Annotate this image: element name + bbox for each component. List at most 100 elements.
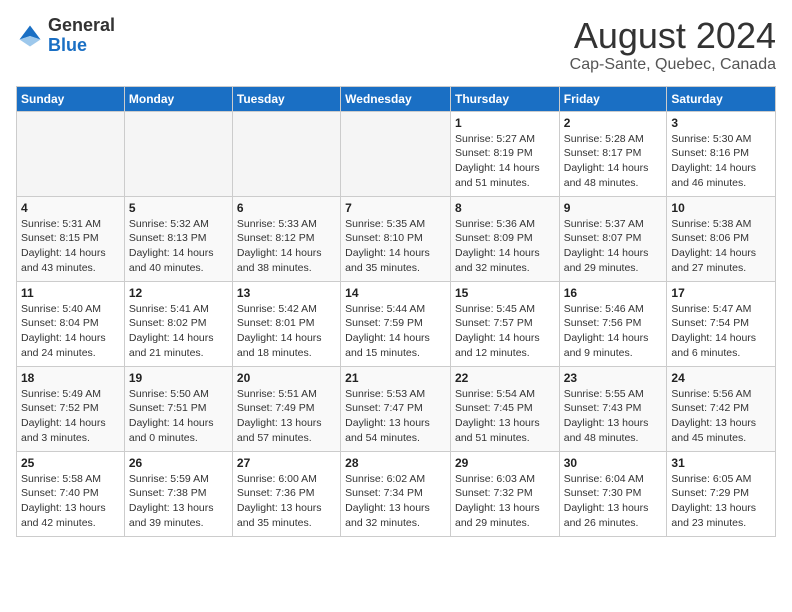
weekday-header: Wednesday bbox=[341, 86, 451, 111]
weekday-header: Friday bbox=[559, 86, 667, 111]
calendar-cell: 16 Sunrise: 5:46 AM Sunset: 7:56 PM Dayli… bbox=[559, 281, 667, 366]
day-info: Sunrise: 5:54 AM Sunset: 7:45 PM Dayligh… bbox=[455, 387, 555, 446]
day-info: Sunrise: 5:55 AM Sunset: 7:43 PM Dayligh… bbox=[564, 387, 663, 446]
day-number: 16 bbox=[564, 286, 663, 300]
weekday-header: Sunday bbox=[17, 86, 125, 111]
day-number: 1 bbox=[455, 116, 555, 130]
day-number: 12 bbox=[129, 286, 228, 300]
calendar-cell: 11 Sunrise: 5:40 AM Sunset: 8:04 PM Dayli… bbox=[17, 281, 125, 366]
calendar-cell: 18 Sunrise: 5:49 AM Sunset: 7:52 PM Dayli… bbox=[17, 366, 125, 451]
calendar-cell: 20Sunrise: 5:51 AM Sunset: 7:49 PM Dayli… bbox=[232, 366, 340, 451]
week-row: 4Sunrise: 5:31 AM Sunset: 8:15 PM Daylig… bbox=[17, 196, 776, 281]
day-info: Sunrise: 6:00 AM Sunset: 7:36 PM Dayligh… bbox=[237, 472, 336, 531]
weekday-header: Monday bbox=[124, 86, 232, 111]
page-header: General Blue August 2024 Cap-Sante, Queb… bbox=[16, 16, 776, 74]
calendar-cell: 30 Sunrise: 6:04 AM Sunset: 7:30 PM Dayli… bbox=[559, 451, 667, 536]
calendar-cell bbox=[124, 111, 232, 196]
calendar-cell: 9 Sunrise: 5:37 AM Sunset: 8:07 PM Daylig… bbox=[559, 196, 667, 281]
day-info: Sunrise: 5:49 AM Sunset: 7:52 PM Dayligh… bbox=[21, 387, 120, 446]
weekday-header-row: SundayMondayTuesdayWednesdayThursdayFrid… bbox=[17, 86, 776, 111]
calendar-cell: 27Sunrise: 6:00 AM Sunset: 7:36 PM Dayli… bbox=[232, 451, 340, 536]
day-info: Sunrise: 5:35 AM Sunset: 8:10 PM Dayligh… bbox=[345, 217, 446, 276]
logo-icon bbox=[16, 22, 44, 50]
day-info: Sunrise: 5:28 AM Sunset: 8:17 PM Dayligh… bbox=[564, 132, 663, 191]
day-info: Sunrise: 5:44 AM Sunset: 7:59 PM Dayligh… bbox=[345, 302, 446, 361]
calendar-cell: 17Sunrise: 5:47 AM Sunset: 7:54 PM Dayli… bbox=[667, 281, 776, 366]
logo-general: General bbox=[48, 15, 115, 35]
day-info: Sunrise: 5:53 AM Sunset: 7:47 PM Dayligh… bbox=[345, 387, 446, 446]
day-number: 25 bbox=[21, 456, 120, 470]
day-number: 8 bbox=[455, 201, 555, 215]
logo-text: General Blue bbox=[48, 16, 115, 56]
calendar-cell bbox=[232, 111, 340, 196]
day-info: Sunrise: 5:33 AM Sunset: 8:12 PM Dayligh… bbox=[237, 217, 336, 276]
logo: General Blue bbox=[16, 16, 115, 56]
day-number: 3 bbox=[671, 116, 771, 130]
day-info: Sunrise: 5:50 AM Sunset: 7:51 PM Dayligh… bbox=[129, 387, 228, 446]
day-info: Sunrise: 5:46 AM Sunset: 7:56 PM Dayligh… bbox=[564, 302, 663, 361]
day-info: Sunrise: 5:38 AM Sunset: 8:06 PM Dayligh… bbox=[671, 217, 771, 276]
calendar-cell bbox=[17, 111, 125, 196]
day-number: 11 bbox=[21, 286, 120, 300]
calendar-cell: 15 Sunrise: 5:45 AM Sunset: 7:57 PM Dayli… bbox=[450, 281, 559, 366]
day-info: Sunrise: 5:40 AM Sunset: 8:04 PM Dayligh… bbox=[21, 302, 120, 361]
calendar-cell: 28 Sunrise: 6:02 AM Sunset: 7:34 PM Dayli… bbox=[341, 451, 451, 536]
day-number: 17 bbox=[671, 286, 771, 300]
calendar-cell: 19 Sunrise: 5:50 AM Sunset: 7:51 PM Dayli… bbox=[124, 366, 232, 451]
day-number: 4 bbox=[21, 201, 120, 215]
day-number: 19 bbox=[129, 371, 228, 385]
day-info: Sunrise: 5:37 AM Sunset: 8:07 PM Dayligh… bbox=[564, 217, 663, 276]
week-row: 11 Sunrise: 5:40 AM Sunset: 8:04 PM Dayli… bbox=[17, 281, 776, 366]
day-info: Sunrise: 5:45 AM Sunset: 7:57 PM Dayligh… bbox=[455, 302, 555, 361]
calendar-cell: 14 Sunrise: 5:44 AM Sunset: 7:59 PM Dayli… bbox=[341, 281, 451, 366]
day-info: Sunrise: 6:02 AM Sunset: 7:34 PM Dayligh… bbox=[345, 472, 446, 531]
day-info: Sunrise: 5:42 AM Sunset: 8:01 PM Dayligh… bbox=[237, 302, 336, 361]
calendar-cell: 21 Sunrise: 5:53 AM Sunset: 7:47 PM Dayli… bbox=[341, 366, 451, 451]
day-number: 7 bbox=[345, 201, 446, 215]
calendar-cell: 1Sunrise: 5:27 AM Sunset: 8:19 PM Daylig… bbox=[450, 111, 559, 196]
calendar-cell: 2Sunrise: 5:28 AM Sunset: 8:17 PM Daylig… bbox=[559, 111, 667, 196]
day-info: Sunrise: 5:58 AM Sunset: 7:40 PM Dayligh… bbox=[21, 472, 120, 531]
calendar-table: SundayMondayTuesdayWednesdayThursdayFrid… bbox=[16, 86, 776, 537]
weekday-header: Thursday bbox=[450, 86, 559, 111]
day-number: 15 bbox=[455, 286, 555, 300]
logo-blue: Blue bbox=[48, 35, 87, 55]
day-number: 29 bbox=[455, 456, 555, 470]
week-row: 25 Sunrise: 5:58 AM Sunset: 7:40 PM Dayli… bbox=[17, 451, 776, 536]
day-number: 21 bbox=[345, 371, 446, 385]
calendar-cell: 8 Sunrise: 5:36 AM Sunset: 8:09 PM Daylig… bbox=[450, 196, 559, 281]
day-number: 10 bbox=[671, 201, 771, 215]
day-info: Sunrise: 5:41 AM Sunset: 8:02 PM Dayligh… bbox=[129, 302, 228, 361]
calendar-cell: 10 Sunrise: 5:38 AM Sunset: 8:06 PM Dayli… bbox=[667, 196, 776, 281]
day-info: Sunrise: 6:05 AM Sunset: 7:29 PM Dayligh… bbox=[671, 472, 771, 531]
title-block: August 2024 Cap-Sante, Quebec, Canada bbox=[570, 16, 776, 74]
calendar-cell bbox=[341, 111, 451, 196]
day-info: Sunrise: 5:56 AM Sunset: 7:42 PM Dayligh… bbox=[671, 387, 771, 446]
day-info: Sunrise: 5:51 AM Sunset: 7:49 PM Dayligh… bbox=[237, 387, 336, 446]
calendar-cell: 31 Sunrise: 6:05 AM Sunset: 7:29 PM Dayli… bbox=[667, 451, 776, 536]
calendar-subtitle: Cap-Sante, Quebec, Canada bbox=[570, 56, 776, 74]
calendar-cell: 25 Sunrise: 5:58 AM Sunset: 7:40 PM Dayli… bbox=[17, 451, 125, 536]
day-info: Sunrise: 5:30 AM Sunset: 8:16 PM Dayligh… bbox=[671, 132, 771, 191]
day-number: 30 bbox=[564, 456, 663, 470]
day-info: Sunrise: 5:36 AM Sunset: 8:09 PM Dayligh… bbox=[455, 217, 555, 276]
day-number: 18 bbox=[21, 371, 120, 385]
calendar-cell: 29Sunrise: 6:03 AM Sunset: 7:32 PM Dayli… bbox=[450, 451, 559, 536]
calendar-title: August 2024 bbox=[570, 16, 776, 56]
calendar-cell: 12 Sunrise: 5:41 AM Sunset: 8:02 PM Dayli… bbox=[124, 281, 232, 366]
day-number: 24 bbox=[671, 371, 771, 385]
day-number: 31 bbox=[671, 456, 771, 470]
day-number: 6 bbox=[237, 201, 336, 215]
weekday-header: Saturday bbox=[667, 86, 776, 111]
calendar-cell: 26Sunrise: 5:59 AM Sunset: 7:38 PM Dayli… bbox=[124, 451, 232, 536]
day-number: 23 bbox=[564, 371, 663, 385]
day-number: 14 bbox=[345, 286, 446, 300]
calendar-cell: 23 Sunrise: 5:55 AM Sunset: 7:43 PM Dayli… bbox=[559, 366, 667, 451]
day-number: 9 bbox=[564, 201, 663, 215]
day-info: Sunrise: 6:04 AM Sunset: 7:30 PM Dayligh… bbox=[564, 472, 663, 531]
day-number: 28 bbox=[345, 456, 446, 470]
calendar-cell: 5Sunrise: 5:32 AM Sunset: 8:13 PM Daylig… bbox=[124, 196, 232, 281]
day-number: 26 bbox=[129, 456, 228, 470]
day-info: Sunrise: 5:32 AM Sunset: 8:13 PM Dayligh… bbox=[129, 217, 228, 276]
week-row: 1Sunrise: 5:27 AM Sunset: 8:19 PM Daylig… bbox=[17, 111, 776, 196]
